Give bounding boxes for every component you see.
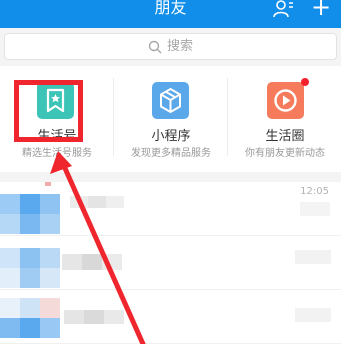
new-badge xyxy=(301,78,309,86)
highlight-box xyxy=(14,80,83,142)
app-life-circle[interactable]: 生活圈 你有朋友更新动态 xyxy=(228,66,341,172)
add-button[interactable]: + xyxy=(309,0,333,19)
app-label-mini-program: 小程序 xyxy=(151,129,191,144)
search-area: 搜索 xyxy=(0,28,341,66)
conversation-list: 12:05 xyxy=(0,182,341,344)
search-input[interactable]: 搜索 xyxy=(4,33,337,60)
list-item[interactable]: 12:05 xyxy=(0,182,341,236)
section-gap xyxy=(0,172,341,182)
app-sub-life-circle: 你有朋友更新动态 xyxy=(245,148,325,159)
top-bar: 朋友 + xyxy=(0,0,341,28)
search-icon xyxy=(148,40,162,54)
app-mini-program[interactable]: 小程序 发现更多精品服务 xyxy=(114,66,228,172)
list-item[interactable] xyxy=(0,290,341,344)
mini-program-icon xyxy=(152,82,189,119)
app-sub-life-account: 精选生活号服务 xyxy=(22,148,92,159)
play-circle-icon xyxy=(267,82,304,119)
list-time: 12:05 xyxy=(300,186,329,197)
list-item[interactable] xyxy=(0,236,341,290)
search-placeholder: 搜索 xyxy=(167,39,194,54)
contacts-icon[interactable] xyxy=(272,0,294,18)
app-label-life-circle: 生活圈 xyxy=(265,129,305,144)
app-sub-mini-program: 发现更多精品服务 xyxy=(131,148,211,159)
